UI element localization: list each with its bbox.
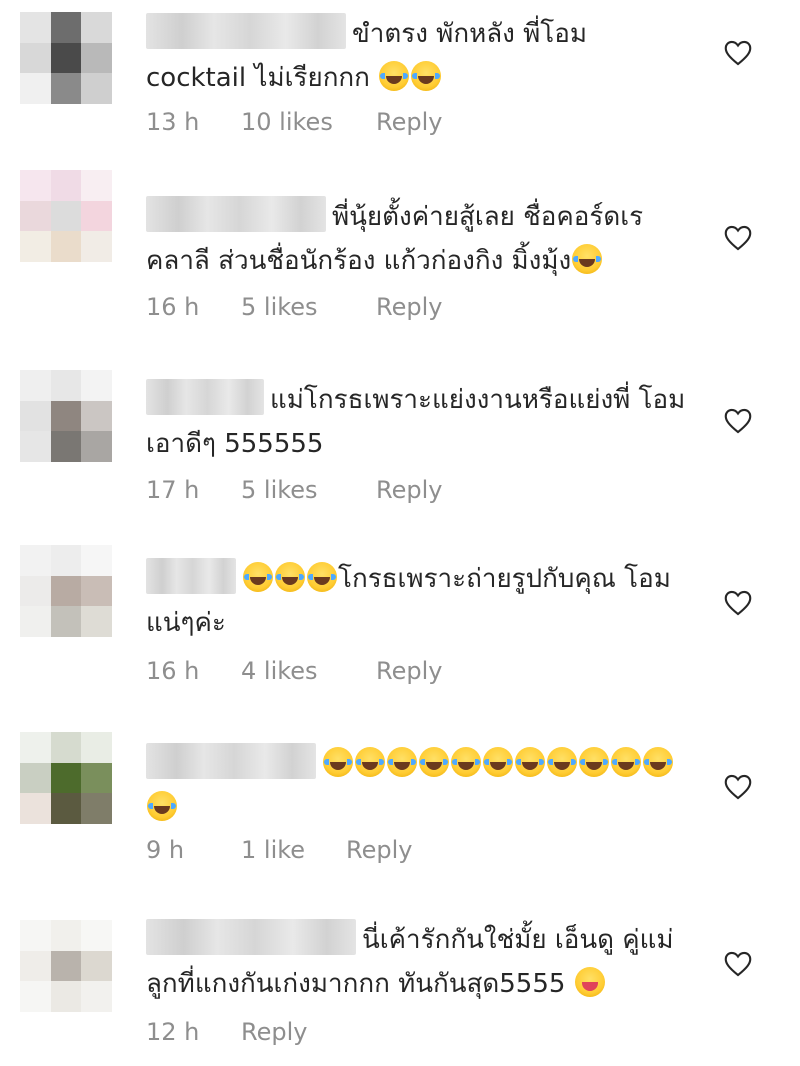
username-redacted[interactable] bbox=[146, 196, 326, 232]
face-with-tears-of-joy-icon bbox=[572, 244, 603, 274]
avatar[interactable] bbox=[20, 920, 112, 1012]
avatar[interactable] bbox=[20, 170, 112, 262]
heart-icon[interactable] bbox=[724, 40, 752, 66]
reply-button[interactable]: Reply bbox=[376, 657, 442, 685]
timestamp: 13 h bbox=[146, 108, 200, 136]
face-with-tears-of-joy-icon bbox=[643, 747, 673, 777]
timestamp: 9 h bbox=[146, 836, 185, 864]
comment-text: นี่เค้ารักกันใช่มั้ย เอ็นดู คู่แม่ลูกที่… bbox=[146, 918, 686, 1006]
face-with-tears-of-joy-icon bbox=[355, 747, 385, 777]
comment-item: โกรธเพราะถ่ายรูปกับคุณ โอมแน่ๆค่ะ 16 h 4… bbox=[0, 535, 800, 705]
likes-count[interactable]: 5 likes bbox=[241, 476, 376, 504]
face-with-tears-of-joy-icon bbox=[275, 562, 305, 592]
face-with-tears-of-joy-icon bbox=[411, 61, 442, 91]
face-with-tears-of-joy-icon bbox=[451, 747, 481, 777]
face-with-tears-of-joy-icon bbox=[515, 747, 545, 777]
comment-text: แม่โกรธเพราะแย่งงานหรือแย่งพี่ โอม เอาดี… bbox=[146, 378, 686, 466]
reply-button[interactable]: Reply bbox=[376, 476, 442, 504]
face-with-tears-of-joy-icon bbox=[147, 791, 177, 821]
reply-button[interactable]: Reply bbox=[376, 293, 442, 321]
comment-meta: 16 h 5 likes Reply bbox=[146, 293, 442, 321]
heart-icon[interactable] bbox=[724, 590, 752, 616]
comment-meta: 9 h 1 like Reply bbox=[146, 836, 412, 864]
avatar[interactable] bbox=[20, 12, 112, 104]
username-redacted[interactable] bbox=[146, 558, 236, 594]
heart-icon[interactable] bbox=[724, 774, 752, 800]
comment-item: แม่โกรธเพราะแย่งงานหรือแย่งพี่ โอม เอาดี… bbox=[0, 350, 800, 520]
comment-item: พี่นุ้ยตั้งค่ายสู้เลย ชื่อคอร์ดเร คลาลี … bbox=[0, 165, 800, 335]
username-redacted[interactable] bbox=[146, 743, 316, 779]
comment-meta: 16 h 4 likes Reply bbox=[146, 657, 442, 685]
comment-meta: 12 h Reply bbox=[146, 1018, 307, 1046]
comment-list: ขำตรง พักหลัง พี่โอม cocktail ไม่เรียกกก… bbox=[0, 0, 800, 1066]
comment-item: นี่เค้ารักกันใช่มั้ย เอ็นดู คู่แม่ลูกที่… bbox=[0, 900, 800, 1066]
squinting-face-with-tongue-icon bbox=[574, 967, 605, 997]
face-with-tears-of-joy-icon bbox=[243, 562, 273, 592]
heart-icon[interactable] bbox=[724, 951, 752, 977]
likes-count[interactable]: 4 likes bbox=[241, 657, 376, 685]
timestamp: 17 h bbox=[146, 476, 200, 504]
heart-icon[interactable] bbox=[724, 225, 752, 251]
likes-count[interactable]: 1 like bbox=[241, 836, 346, 864]
face-with-tears-of-joy-icon bbox=[323, 747, 353, 777]
face-with-tears-of-joy-icon bbox=[547, 747, 577, 777]
username-redacted[interactable] bbox=[146, 919, 356, 955]
avatar[interactable] bbox=[20, 732, 112, 824]
comment-text bbox=[146, 742, 686, 830]
face-with-tears-of-joy-icon bbox=[579, 747, 609, 777]
reply-button[interactable]: Reply bbox=[346, 836, 412, 864]
likes-count[interactable]: 5 likes bbox=[241, 293, 376, 321]
avatar[interactable] bbox=[20, 545, 112, 637]
face-with-tears-of-joy-icon bbox=[483, 747, 513, 777]
comment-item: ขำตรง พักหลัง พี่โอม cocktail ไม่เรียกกก… bbox=[0, 0, 800, 150]
face-with-tears-of-joy-icon bbox=[379, 61, 410, 91]
comment-text: โกรธเพราะถ่ายรูปกับคุณ โอมแน่ๆค่ะ bbox=[146, 557, 686, 645]
likes-count[interactable]: 10 likes bbox=[241, 108, 376, 136]
face-with-tears-of-joy-icon bbox=[307, 562, 337, 592]
comment-text: ขำตรง พักหลัง พี่โอม cocktail ไม่เรียกกก bbox=[146, 12, 686, 100]
avatar[interactable] bbox=[20, 370, 112, 462]
timestamp: 16 h bbox=[146, 657, 200, 685]
reply-button[interactable]: Reply bbox=[241, 1018, 307, 1046]
timestamp: 12 h bbox=[146, 1018, 200, 1046]
username-redacted[interactable] bbox=[146, 13, 346, 49]
username-redacted[interactable] bbox=[146, 379, 264, 415]
comment-meta: 17 h 5 likes Reply bbox=[146, 476, 442, 504]
comment-item: 9 h 1 like Reply bbox=[0, 720, 800, 885]
face-with-tears-of-joy-icon bbox=[419, 747, 449, 777]
face-with-tears-of-joy-icon bbox=[387, 747, 417, 777]
comment-meta: 13 h 10 likes Reply bbox=[146, 108, 442, 136]
heart-icon[interactable] bbox=[724, 408, 752, 434]
timestamp: 16 h bbox=[146, 293, 200, 321]
comment-text: พี่นุ้ยตั้งค่ายสู้เลย ชื่อคอร์ดเร คลาลี … bbox=[146, 195, 686, 283]
face-with-tears-of-joy-icon bbox=[611, 747, 641, 777]
reply-button[interactable]: Reply bbox=[376, 108, 442, 136]
